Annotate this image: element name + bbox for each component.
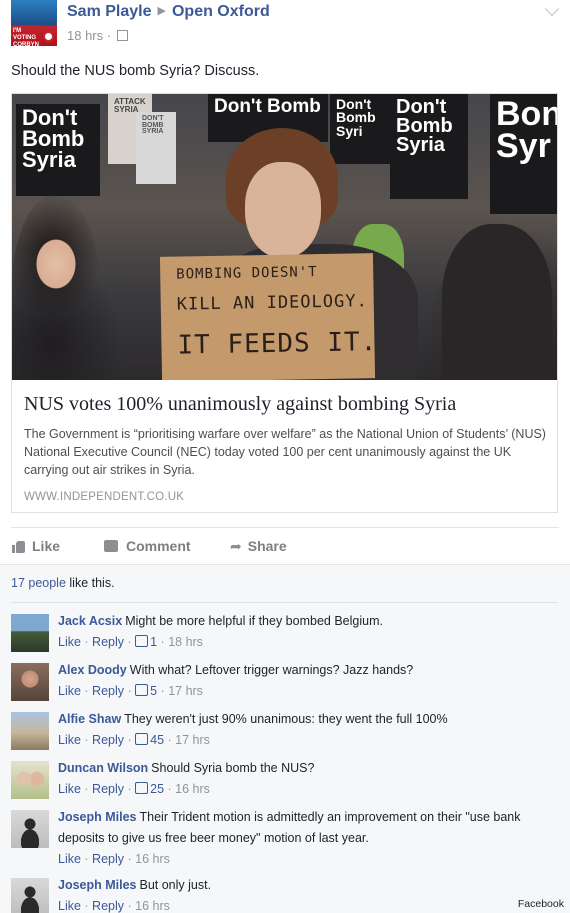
commenter-name[interactable]: Alex Doody xyxy=(58,663,127,677)
link-preview-image[interactable]: ATTACK SYRIA DON'T BOMB SYRIA Don't Bomb… xyxy=(12,94,557,380)
commenter-name[interactable]: Jack Acsix xyxy=(58,614,122,628)
share-label: Share xyxy=(247,538,287,554)
comment-button[interactable]: Comment xyxy=(104,538,191,554)
comment-timestamp[interactable]: 16 hrs xyxy=(135,899,170,913)
comment-meta: Like · Reply · 1 · 18 hrs xyxy=(58,635,203,649)
comment-reply-link[interactable]: Reply xyxy=(92,684,124,698)
cardboard-line: BOMBING DOESN'T xyxy=(176,264,318,283)
avatar[interactable] xyxy=(11,663,49,701)
thumbs-up-icon xyxy=(135,782,149,794)
comment-timestamp[interactable]: 16 hrs xyxy=(175,782,210,796)
protest-sign: Don't Bomb Syri xyxy=(330,94,390,164)
avatar[interactable] xyxy=(11,810,49,848)
protester-main-face xyxy=(245,162,321,258)
comment-like-link[interactable]: Like xyxy=(58,635,81,649)
comment-like-link[interactable]: Like xyxy=(58,899,81,913)
post-header: I'M VOTING CORBYN Sam Playle ▶ Open Oxford… xyxy=(11,0,560,50)
post-status-text: Should the NUS bomb Syria? Discuss. xyxy=(11,63,260,79)
post-timestamp[interactable]: 18 hrs xyxy=(67,28,103,43)
comment-timestamp[interactable]: 17 hrs xyxy=(175,733,210,747)
like-label: Like xyxy=(32,538,61,554)
thumbs-up-icon xyxy=(135,684,149,696)
avatar-badge-icon xyxy=(43,31,54,42)
comment-like-link[interactable]: Like xyxy=(58,684,81,698)
chevron-down-icon[interactable] xyxy=(544,1,560,17)
comment-reply-link[interactable]: Reply xyxy=(92,852,124,866)
like-button[interactable]: Like xyxy=(12,538,60,554)
avatar[interactable] xyxy=(11,761,49,799)
link-preview-card[interactable]: ATTACK SYRIA DON'T BOMB SYRIA Don't Bomb… xyxy=(11,93,558,513)
thumbs-up-icon xyxy=(135,733,149,745)
comment-like-count[interactable]: 45 xyxy=(150,733,164,747)
comment-like-count[interactable]: 5 xyxy=(150,684,157,698)
comment-meta: Like · Reply · 16 hrs xyxy=(58,899,170,913)
comment-meta: Like · Reply · 16 hrs xyxy=(58,852,170,866)
comment-text: Might be more helpful if they bombed Bel… xyxy=(125,614,383,628)
protest-sign: Bon Syr xyxy=(490,94,557,214)
protester-left xyxy=(12,194,100,380)
audience-icon[interactable] xyxy=(116,30,128,41)
commenter-name[interactable]: Alfie Shaw xyxy=(58,712,121,726)
link-card-body: NUS votes 100% unanimously against bombi… xyxy=(12,380,557,503)
comment-like-count[interactable]: 1 xyxy=(150,635,157,649)
comment-like-link[interactable]: Like xyxy=(58,852,81,866)
comment-text: With what? Leftover trigger warnings? Ja… xyxy=(129,663,414,677)
avatar[interactable] xyxy=(11,878,49,913)
share-arrow-icon: ➦ xyxy=(230,538,242,554)
avatar-badge-text: I'M VOTING CORBYN xyxy=(13,28,40,46)
link-domain: WWW.INDEPENDENT.CO.UK xyxy=(24,491,185,503)
comment-timestamp[interactable]: 16 hrs xyxy=(135,852,170,866)
comment-text: But only just. xyxy=(139,878,212,892)
avatar[interactable] xyxy=(11,712,49,750)
comment-reply-link[interactable]: Reply xyxy=(92,733,124,747)
protest-sign: Don't Bomb Syria xyxy=(390,94,468,199)
comment-meta: Like · Reply · 25 · 16 hrs xyxy=(58,782,210,796)
comment-like-link[interactable]: Like xyxy=(58,782,81,796)
post-action-bar: Like Comment ➦ Share xyxy=(11,527,559,564)
comment-reply-link[interactable]: Reply xyxy=(92,635,124,649)
thumbs-up-icon xyxy=(12,540,26,553)
comment-label: Comment xyxy=(126,538,191,554)
likes-suffix: like this. xyxy=(65,576,115,590)
comment-timestamp[interactable]: 17 hrs xyxy=(168,684,203,698)
protester-right xyxy=(442,224,552,380)
comment-text: Should Syria bomb the NUS? xyxy=(151,761,315,775)
commenter-name[interactable]: Joseph Miles xyxy=(58,810,137,824)
poster-name-link[interactable]: Sam Playle xyxy=(67,3,152,20)
protest-sign: DON'T BOMB SYRIA xyxy=(136,112,176,184)
arrow-right-icon: ▶ xyxy=(157,5,166,17)
comment-timestamp[interactable]: 18 hrs xyxy=(168,635,203,649)
comment-meta: Like · Reply · 5 · 17 hrs xyxy=(58,684,203,698)
poster-line: Sam Playle ▶ Open Oxford xyxy=(67,3,270,21)
likes-summary: 17 people like this. xyxy=(11,576,115,590)
commenter-name[interactable]: Joseph Miles xyxy=(58,878,137,892)
cardboard-line: KILL AN IDEOLOGY. xyxy=(176,291,368,315)
comment-like-link[interactable]: Like xyxy=(58,733,81,747)
link-description: The Government is “prioritising warfare … xyxy=(24,427,546,477)
cardboard-sign: BOMBING DOESN'T KILL AN IDEOLOGY. IT FEE… xyxy=(159,253,378,380)
share-button[interactable]: ➦ Share xyxy=(230,538,287,555)
image-credit: Facebook xyxy=(517,898,564,910)
protest-sign: Don't Bomb Syria xyxy=(16,104,100,196)
comment-bubble-icon xyxy=(104,540,118,552)
link-title[interactable]: NUS votes 100% unanimously against bombi… xyxy=(24,393,546,416)
comment-text: They weren't just 90% unanimous: they we… xyxy=(124,712,448,726)
commenter-name[interactable]: Duncan Wilson xyxy=(58,761,148,775)
likes-count-link[interactable]: 17 people xyxy=(11,576,66,590)
comment-reply-link[interactable]: Reply xyxy=(92,899,124,913)
poster-avatar[interactable]: I'M VOTING CORBYN xyxy=(11,0,57,46)
thumbs-up-icon xyxy=(135,635,149,647)
cardboard-line: IT FEEDS IT. xyxy=(177,327,378,361)
divider xyxy=(11,602,558,603)
post-meta: 18 hrs · xyxy=(67,28,128,43)
comment-like-count[interactable]: 25 xyxy=(150,782,164,796)
meta-separator: · xyxy=(106,28,112,43)
comments-section: 17 people like this. Jack Acsix Might be … xyxy=(0,564,570,913)
comment-reply-link[interactable]: Reply xyxy=(92,782,124,796)
avatar[interactable] xyxy=(11,614,49,652)
group-name-link[interactable]: Open Oxford xyxy=(172,3,270,20)
comment-meta: Like · Reply · 45 · 17 hrs xyxy=(58,733,210,747)
